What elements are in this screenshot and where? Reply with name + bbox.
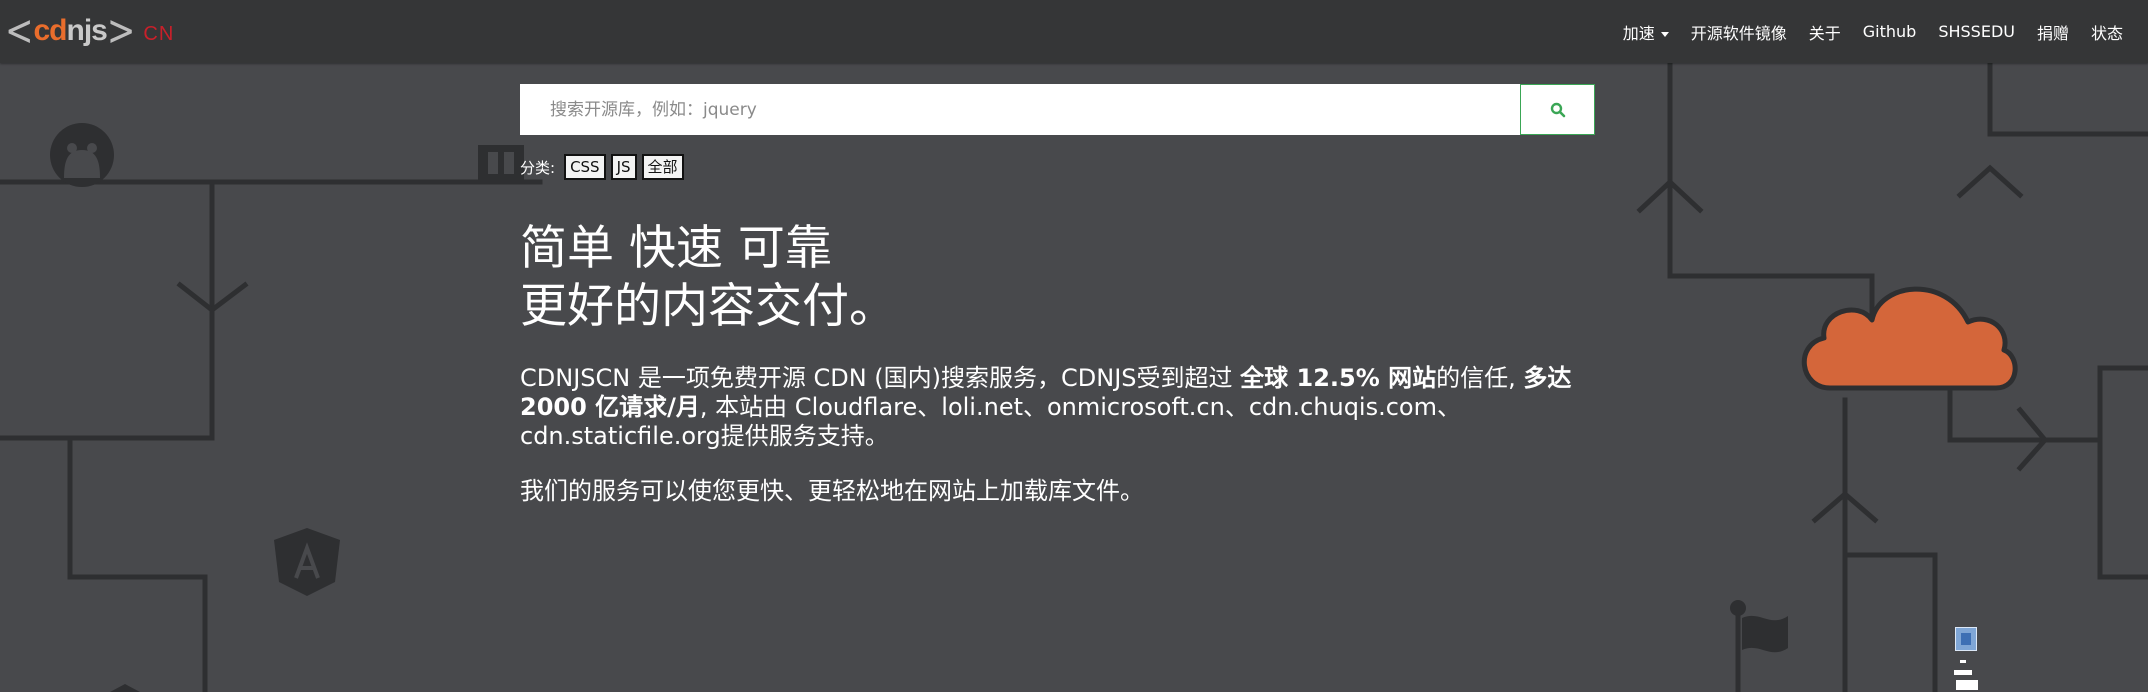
npm-logo-icon: [478, 145, 524, 181]
search-button[interactable]: [1520, 84, 1595, 135]
search-icon: [1550, 102, 1565, 117]
hero-title: 简单 快速 可靠 更好的内容交付。: [520, 220, 1640, 336]
category-filters: 分类: CSS JS 全部: [520, 154, 684, 180]
desc-text-2: 的信任,: [1436, 364, 1524, 392]
logo-right-chevron: >: [106, 6, 136, 56]
desc-text-1: CDNJSCN 是一项免费开源 CDN (国内)搜索服务，CDNJS受到超过: [520, 364, 1241, 392]
site-logo[interactable]: < cd njs > CN: [5, 6, 175, 56]
nav-item-accelerate[interactable]: 加速: [1612, 20, 1680, 44]
nav-item-github[interactable]: Github: [1852, 22, 1928, 41]
nav-item-donate[interactable]: 捐赠: [2026, 20, 2080, 44]
filter-label: 分类:: [520, 158, 556, 177]
logo-cn-suffix: CN: [143, 22, 175, 45]
cloud-icon: [1801, 286, 2018, 391]
logo-cd-text: cd: [33, 14, 68, 47]
decorative-marks: [1954, 660, 1978, 690]
nav-item-mirrors[interactable]: 开源软件镜像: [1680, 20, 1798, 44]
logo-left-chevron: <: [5, 6, 34, 56]
nav-item-about[interactable]: 关于: [1798, 20, 1852, 44]
nav-item-status[interactable]: 状态: [2080, 20, 2134, 44]
hero-title-line2: 更好的内容交付。: [520, 279, 896, 334]
angular-logo-icon: [274, 528, 340, 596]
hero-title-line1: 简单 快速 可靠: [520, 221, 832, 276]
hero-section: 简单 快速 可靠 更好的内容交付。 CDNJSCN 是一项免费开源 CDN (国…: [520, 220, 1640, 506]
filter-css-button[interactable]: CSS: [564, 154, 606, 180]
floating-badge-icon[interactable]: [1955, 627, 1977, 651]
top-navbar: < cd njs > CN 加速 开源软件镜像 关于 Github SHSSED…: [0, 0, 2148, 63]
nav-item-label: 加速: [1622, 23, 1655, 43]
search-input[interactable]: [520, 84, 1520, 135]
hero-description: CDNJSCN 是一项免费开源 CDN (国内)搜索服务，CDNJS受到超过 全…: [520, 364, 1640, 451]
filter-js-button[interactable]: JS: [610, 154, 637, 180]
filter-all-button[interactable]: 全部: [641, 154, 684, 180]
logo-js-text: njs: [66, 14, 108, 47]
hero-subtext: 我们的服务可以使您更快、更轻松地在网站上加载库文件。: [520, 477, 1144, 505]
search-bar: [520, 84, 1595, 135]
nav-menu: 加速 开源软件镜像 关于 Github SHSSEDU 捐赠 状态: [1612, 0, 2134, 63]
nav-item-shssedu[interactable]: SHSSEDU: [1927, 22, 2026, 41]
desc-bold-1: 全球 12.5% 网站: [1240, 364, 1437, 392]
caret-down-icon: [1660, 31, 1669, 37]
github-logo-icon: [50, 123, 114, 187]
